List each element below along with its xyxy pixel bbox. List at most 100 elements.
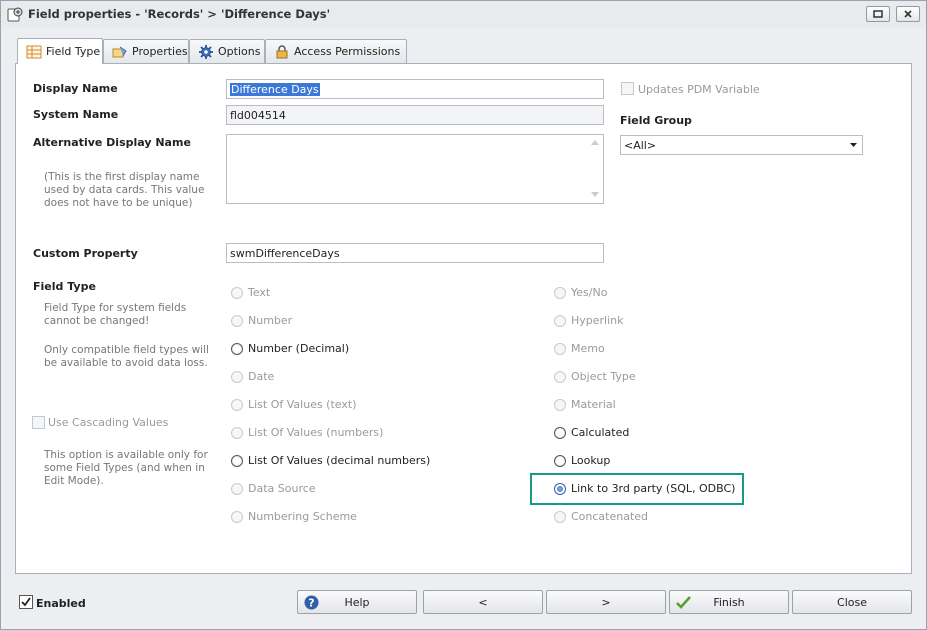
field-type-option: List Of Values (numbers)	[231, 426, 383, 439]
field-type-label: Field Type	[33, 280, 96, 293]
radio-button[interactable]	[231, 342, 243, 355]
field-group-value: <All>	[624, 139, 657, 152]
cascading-values-label: Use Cascading Values	[48, 416, 169, 429]
field-type-option: Date	[231, 370, 274, 383]
radio-button	[231, 510, 243, 523]
field-type-option-label: Hyperlink	[571, 314, 624, 327]
scroll-down-icon	[591, 192, 599, 197]
checkmark-icon	[676, 596, 691, 609]
finish-button[interactable]: Finish	[669, 590, 789, 614]
field-group-select[interactable]: <All>	[620, 135, 863, 155]
radio-button	[231, 314, 243, 327]
field-type-option: Object Type	[554, 370, 636, 383]
field-type-option-label: Material	[571, 398, 616, 411]
field-type-option: Hyperlink	[554, 314, 624, 327]
radio-button[interactable]	[554, 426, 566, 439]
field-type-option-label: List Of Values (text)	[248, 398, 357, 411]
tab-properties[interactable]: Properties	[103, 39, 189, 63]
close-icon	[904, 10, 912, 18]
help-label: Help	[344, 595, 370, 609]
tab-label: Access Permissions	[294, 45, 401, 58]
field-type-option: Material	[554, 398, 616, 411]
svg-text:?: ?	[308, 597, 314, 610]
field-type-option-label: Calculated	[571, 426, 630, 439]
radio-button	[231, 370, 243, 383]
tab-field-type[interactable]: Field Type	[17, 38, 103, 64]
radio-button	[554, 342, 566, 355]
finish-label: Finish	[713, 595, 745, 609]
cascading-values-note: This option is available only for some F…	[44, 449, 208, 487]
radio-button[interactable]	[231, 454, 243, 467]
updates-pdm-label: Updates PDM Variable	[638, 83, 760, 96]
field-type-option: List Of Values (text)	[231, 398, 356, 411]
lock-icon	[276, 44, 288, 58]
window-title: Field properties - 'Records' > 'Differen…	[28, 7, 331, 21]
selected-option-highlight	[530, 473, 744, 505]
radio-button[interactable]	[554, 454, 566, 467]
tab-options[interactable]: Options	[189, 39, 265, 63]
checkmark-icon	[21, 597, 31, 607]
display-name-input[interactable]: Difference Days	[226, 79, 604, 99]
alt-display-name-label: Alternative Display Name	[33, 136, 191, 149]
radio-button	[554, 286, 566, 299]
field-type-option-label: Numbering Scheme	[248, 510, 357, 523]
field-type-note-compatible: Only compatible field types will be avai…	[44, 344, 209, 369]
updates-pdm-checkbox[interactable]	[621, 82, 634, 95]
field-type-option[interactable]: Calculated	[554, 426, 629, 439]
tab-label: Properties	[132, 45, 188, 58]
radio-button	[231, 482, 243, 495]
enabled-checkbox[interactable]	[19, 595, 33, 609]
help-button[interactable]: ? Help	[297, 590, 417, 614]
textarea-scrollbar[interactable]	[587, 135, 603, 203]
system-name-field: fld004514	[226, 105, 604, 125]
back-button[interactable]: <	[423, 590, 543, 614]
tab-label: Field Type	[46, 45, 101, 58]
back-label: <	[478, 595, 488, 609]
field-type-option-label: List Of Values (numbers)	[248, 426, 384, 439]
custom-property-input[interactable]: swmDifferenceDays	[226, 243, 604, 263]
radio-button	[554, 510, 566, 523]
close-label: Close	[837, 595, 867, 609]
field-type-option-label: Object Type	[571, 370, 636, 383]
field-type-option[interactable]: Lookup	[554, 454, 610, 467]
title-bar: Field properties - 'Records' > 'Differen…	[1, 1, 926, 28]
field-type-option[interactable]: Number (Decimal)	[231, 342, 349, 355]
field-type-option-label: Number	[248, 314, 293, 327]
field-group-label: Field Group	[620, 114, 692, 127]
next-label: >	[601, 595, 611, 609]
field-type-option-label: Date	[248, 370, 275, 383]
radio-button	[231, 426, 243, 439]
custom-property-label: Custom Property	[33, 247, 138, 260]
radio-button	[554, 398, 566, 411]
alt-display-name-note: (This is the first display name used by …	[44, 171, 205, 209]
scroll-up-icon	[591, 140, 599, 145]
maximize-button[interactable]	[866, 6, 890, 22]
maximize-icon	[873, 10, 883, 18]
field-type-option: Yes/No	[554, 286, 607, 299]
field-type-option[interactable]: List Of Values (decimal numbers)	[231, 454, 430, 467]
properties-icon	[112, 46, 127, 57]
app-icon	[7, 7, 23, 22]
close-window-button[interactable]	[896, 6, 920, 22]
radio-button	[554, 314, 566, 327]
field-type-option: Number	[231, 314, 292, 327]
field-type-option-label: Text	[248, 286, 271, 299]
tab-access-permissions[interactable]: Access Permissions	[265, 39, 407, 63]
system-name-label: System Name	[33, 108, 119, 121]
next-button[interactable]: >	[546, 590, 666, 614]
field-type-option-label: Memo	[571, 342, 605, 355]
field-type-option-label: Concatenated	[571, 510, 649, 523]
field-type-option: Memo	[554, 342, 605, 355]
alt-display-name-textarea[interactable]	[226, 134, 604, 204]
radio-button	[231, 398, 243, 411]
table-icon	[26, 45, 42, 58]
field-type-option: Concatenated	[554, 510, 648, 523]
tab-label: Options	[218, 45, 261, 58]
radio-button	[231, 286, 243, 299]
display-name-label: Display Name	[33, 82, 118, 95]
field-type-option-label: Number (Decimal)	[248, 342, 350, 355]
help-icon: ?	[304, 595, 319, 610]
close-button[interactable]: Close	[792, 590, 912, 614]
cascading-values-checkbox[interactable]	[32, 416, 45, 429]
display-name-value: Difference Days	[230, 83, 320, 96]
